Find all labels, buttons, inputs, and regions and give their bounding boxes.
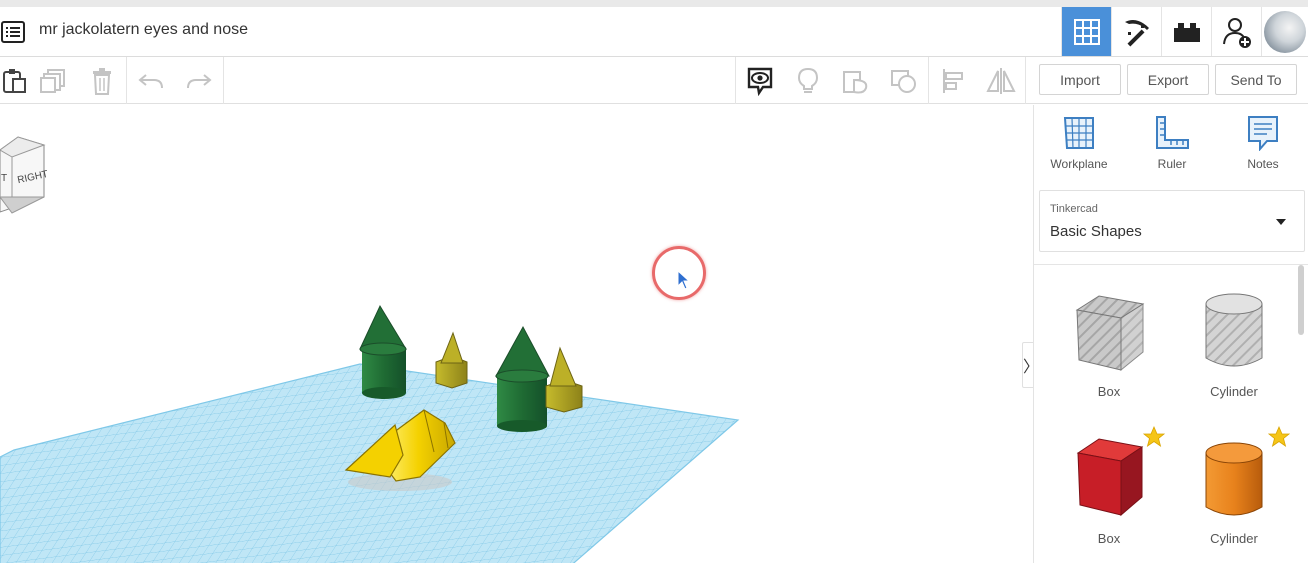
shape-label: Box [1097,384,1121,399]
design-list-icon[interactable] [0,19,26,45]
panel-scrollbar[interactable] [1298,265,1304,335]
tinkercad-app: mr jackolatern eyes and nose Import Expo… [0,0,1308,563]
ruler-label: Ruler [1157,157,1187,171]
edit-toolbar: Import Export Send To [0,57,1308,104]
align-button[interactable] [929,57,977,104]
caret-down-icon [1276,219,1286,225]
undo-button[interactable] [127,57,175,104]
view-switcher [1061,7,1308,56]
shape-label: Box [1097,531,1121,546]
workplane-tool[interactable]: Workplane [1044,115,1114,171]
edit-actions [0,57,224,104]
top-bar: mr jackolatern eyes and nose [0,0,1308,57]
star-icon[interactable] [1143,426,1165,448]
brick-icon [1173,22,1200,42]
redo-icon [187,73,212,88]
send-to-button[interactable]: Send To [1215,64,1297,95]
toolbar-divider [1025,57,1026,104]
ruler-tool[interactable]: Ruler [1137,115,1207,171]
shape-library-select[interactable]: Tinkercad Basic Shapes [1039,190,1305,252]
design-title[interactable]: mr jackolatern eyes and nose [39,21,248,39]
ruler-icon [1156,116,1189,149]
view-cube[interactable]: RIGHT T [0,136,49,214]
avatar-image [1264,10,1306,53]
toolbar-divider [223,57,224,104]
show-all-button[interactable] [736,57,784,104]
scene: RIGHT T [0,136,740,563]
3d-design-view-button[interactable] [1061,7,1111,56]
shape-box-hole[interactable]: Box [1054,290,1164,399]
mirror-button[interactable] [977,57,1025,104]
pickaxe-icon [1124,19,1149,46]
shape-cylinder-hole[interactable]: Cylinder [1179,290,1289,399]
paste-button[interactable] [0,57,30,104]
lightbulb-button[interactable] [784,57,832,104]
shape-label: Cylinder [1210,531,1258,546]
green-cylinder-cone-right[interactable] [495,325,550,432]
group-icon [843,70,868,93]
group-button[interactable] [832,57,880,104]
cylinder-hole-icon [1205,293,1263,367]
notes-tool[interactable]: Notes [1228,115,1298,171]
workplane-icon [1063,117,1094,149]
notes-icon [1248,116,1278,151]
view-actions [735,57,1026,104]
shapes-panel: Workplane Ruler Notes Tinkercad Basic Sh… [1033,105,1308,563]
shape-label: Cylinder [1210,384,1258,399]
box-hole-icon [1075,295,1145,372]
redo-button[interactable] [175,57,223,104]
grid-icon [1073,18,1100,45]
ungroup-icon [891,69,916,93]
delete-button[interactable] [78,57,126,104]
green-cylinder-cone-left[interactable] [359,304,407,399]
box-icon [1076,438,1144,517]
library-provider: Tinkercad [1050,203,1098,215]
export-button[interactable]: Export [1127,64,1209,95]
olive-pyramid-small[interactable] [435,331,468,389]
bricks-view-button[interactable] [1161,7,1211,56]
panel-divider [1034,264,1308,265]
mouse-pointer-icon [677,270,691,290]
user-avatar[interactable] [1261,7,1308,56]
lightbulb-icon [797,67,819,93]
cylinder-icon [1205,442,1263,516]
blocks-view-button[interactable] [1111,7,1161,56]
workplane-label: Workplane [1050,157,1108,171]
notes-label: Notes [1247,157,1279,171]
invite-user-button[interactable] [1211,7,1261,56]
library-selected: Basic Shapes [1050,223,1142,240]
duplicate-icon [40,68,65,93]
viewcube-left-label: T [1,173,7,184]
trash-icon [93,67,111,95]
import-button[interactable]: Import [1039,64,1121,95]
undo-icon [138,73,163,88]
align-icon [943,68,963,93]
3d-viewport[interactable]: RIGHT T [0,105,1032,563]
eye-bubble-icon [747,67,773,96]
duplicate-button[interactable] [30,57,78,104]
olive-pyramid-right[interactable] [545,346,583,413]
clipboard-icon [3,68,26,93]
star-icon[interactable] [1268,426,1290,448]
add-user-icon [1222,17,1251,48]
ungroup-button[interactable] [880,57,928,104]
mirror-icon [986,67,1016,94]
